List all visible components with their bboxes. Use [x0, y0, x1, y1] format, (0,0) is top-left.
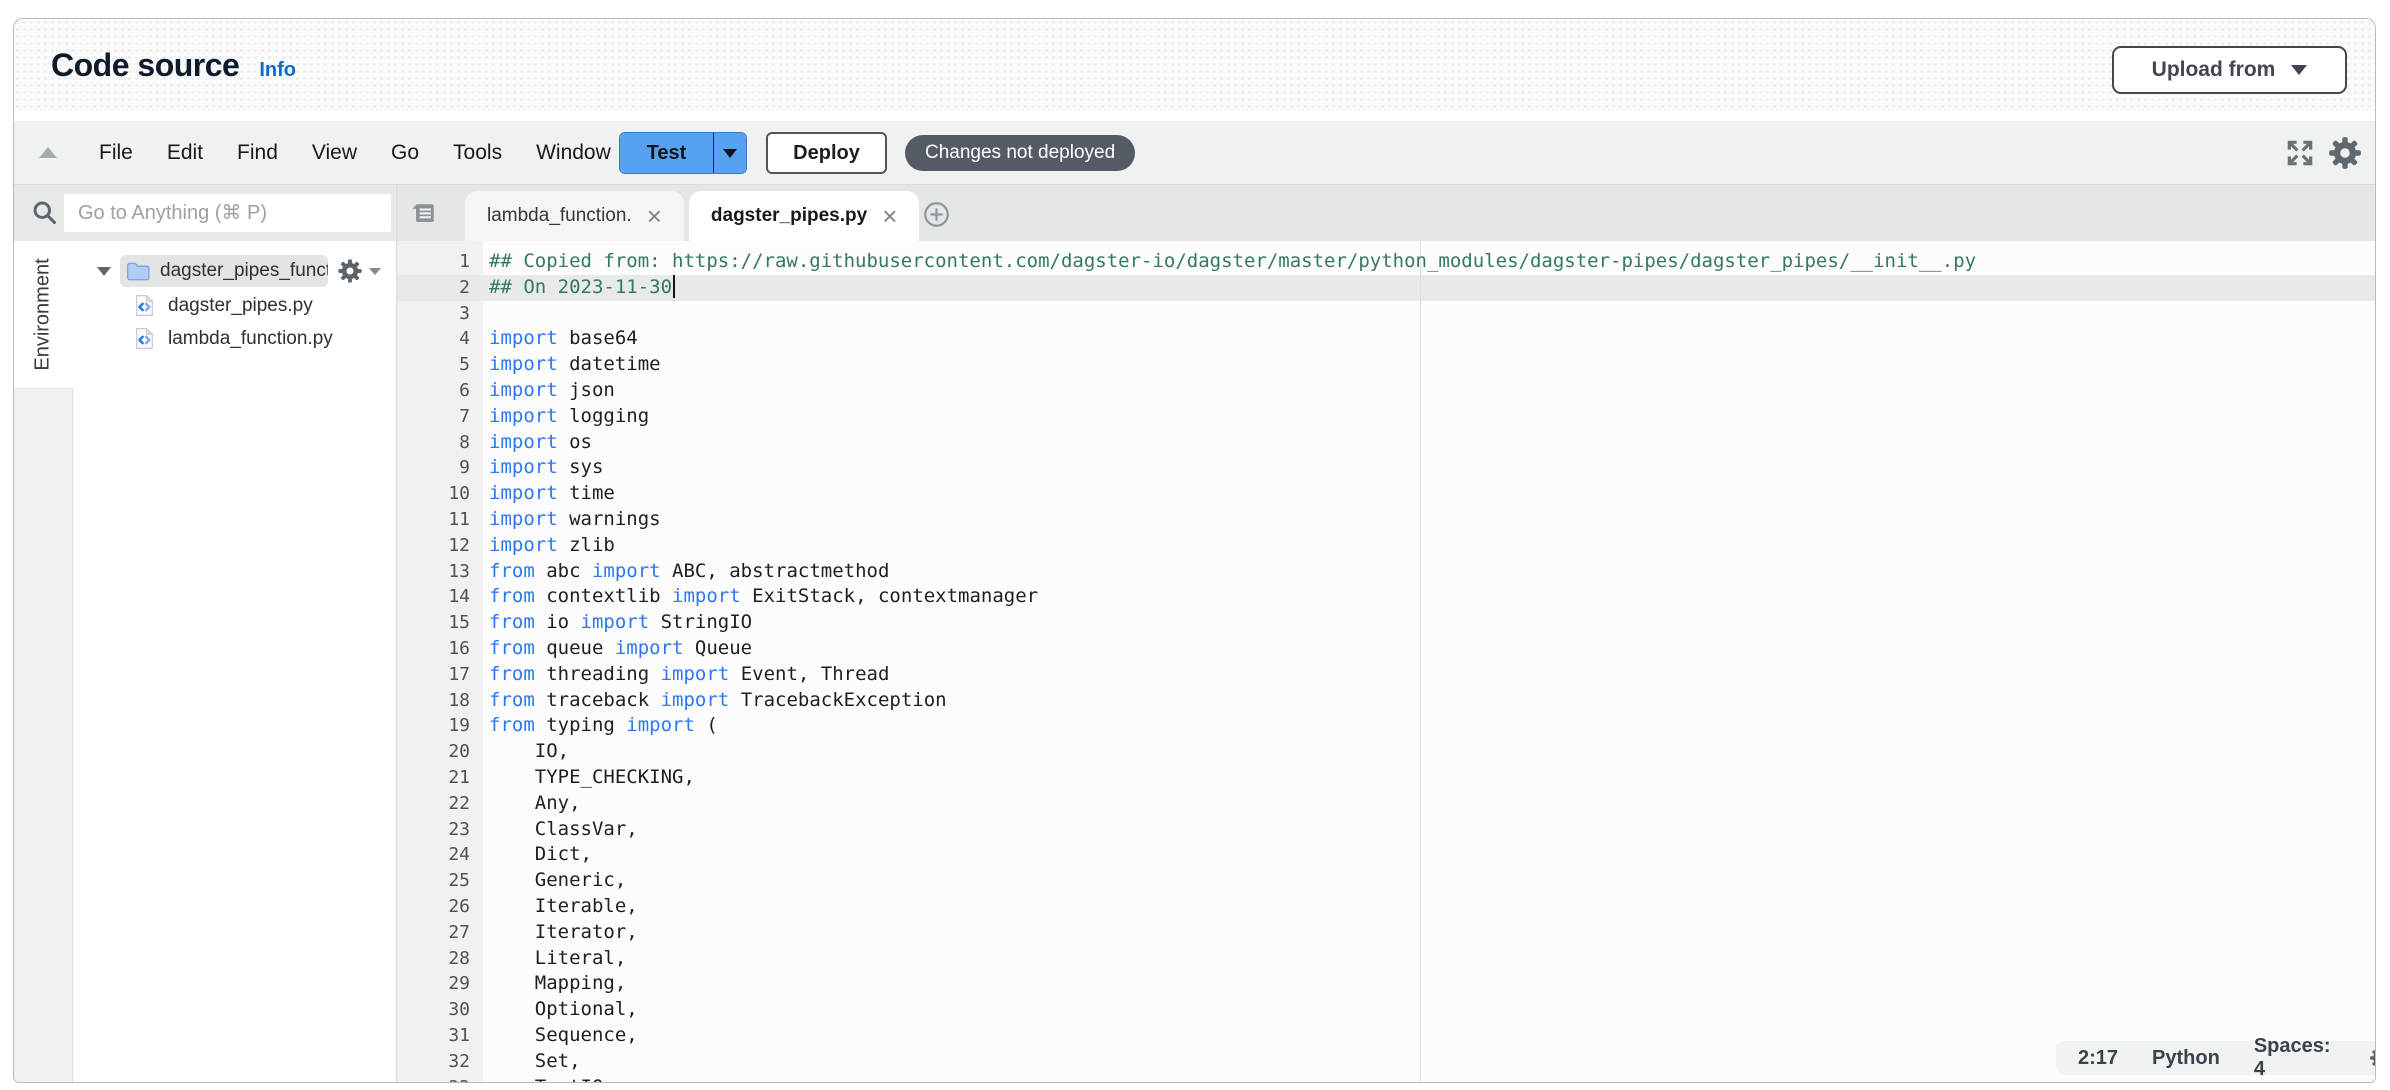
code-line: from contextlib import ExitStack, contex…: [397, 584, 2376, 610]
lambda-code-editor-screen: Code source Info Upload from FileEditFin…: [0, 0, 2390, 1090]
language-mode[interactable]: Python: [2152, 1047, 2220, 1070]
code-line: from io import StringIO: [397, 610, 2376, 636]
tree-file-dagster-pipes-py[interactable]: dagster_pipes.py: [73, 289, 396, 322]
code-file-icon: [132, 293, 157, 318]
new-tab-icon[interactable]: [922, 200, 951, 229]
tree-folder-row[interactable]: dagster_pipes_funct: [73, 253, 396, 289]
test-button[interactable]: Test: [620, 133, 713, 173]
code-line: from typing import (: [397, 713, 2376, 739]
code-line: ## Copied from: https://raw.githubuserco…: [397, 249, 2376, 275]
code-line: import warnings: [397, 507, 2376, 533]
menu-items: FileEditFindViewGoToolsWindow: [82, 121, 628, 185]
code-line: [397, 301, 2376, 327]
tree-settings-gear-icon[interactable]: [336, 257, 364, 285]
code-line: import logging: [397, 404, 2376, 430]
panel-header: Code source Info Upload from: [14, 19, 2376, 111]
code-editor[interactable]: 1234567891011121314151617181920212223242…: [396, 241, 2376, 1083]
page-title: Code source: [51, 47, 239, 84]
code-line: import time: [397, 481, 2376, 507]
collapse-menubar-icon[interactable]: [39, 147, 57, 158]
code-line: ClassVar,: [397, 817, 2376, 843]
code-line: from traceback import TracebackException: [397, 688, 2376, 714]
folder-icon: [125, 258, 151, 284]
code-line: Optional,: [397, 997, 2376, 1023]
tab-row: lambda_function. × dagster_pipes.py ×: [465, 185, 919, 241]
title-row: Code source Info: [14, 47, 296, 84]
code-line: from queue import Queue: [397, 636, 2376, 662]
upload-from-button[interactable]: Upload from: [2112, 46, 2347, 94]
code-line: Any,: [397, 791, 2376, 817]
goto-anything-bar: [14, 185, 396, 241]
selected-folder[interactable]: dagster_pipes_funct: [120, 255, 328, 287]
tab-dagster-pipes-py[interactable]: dagster_pipes.py ×: [689, 191, 919, 241]
menu-item-window[interactable]: Window: [519, 141, 628, 165]
goto-anything-input[interactable]: [64, 194, 391, 232]
code-line: import zlib: [397, 533, 2376, 559]
cursor-position[interactable]: 2:17: [2078, 1047, 2118, 1070]
statusbar-gear-icon[interactable]: [2368, 1044, 2376, 1072]
code-line: Dict,: [397, 842, 2376, 868]
code-line: from abc import ABC, abstractmethod: [397, 559, 2376, 585]
settings-gear-icon[interactable]: [2326, 134, 2364, 172]
left-tab-strip: Environment: [14, 241, 73, 1083]
code-line: Iterator,: [397, 920, 2376, 946]
menu-item-view[interactable]: View: [295, 141, 374, 165]
code-line: Iterable,: [397, 894, 2376, 920]
code-file-icon: [132, 326, 157, 351]
changes-status-badge: Changes not deployed: [905, 135, 1135, 171]
chevron-down-icon: [2291, 65, 2307, 75]
tab-list-icon[interactable]: [408, 198, 438, 228]
code-line: TextIO,: [397, 1075, 2376, 1084]
environment-tab[interactable]: Environment: [14, 241, 73, 389]
file-name: lambda_function.py: [168, 328, 333, 350]
upload-from-label: Upload from: [2152, 58, 2276, 82]
code-content: ## Copied from: https://raw.githubuserco…: [397, 249, 2376, 1083]
code-line: Mapping,: [397, 971, 2376, 997]
tree-file-list: dagster_pipes.py lambda_function.py: [73, 289, 396, 355]
deploy-button[interactable]: Deploy: [766, 132, 887, 174]
indentation-setting[interactable]: Spaces: 4: [2254, 1035, 2335, 1081]
code-line: import os: [397, 430, 2376, 456]
tab-label: lambda_function.: [487, 205, 632, 227]
test-dropdown-button[interactable]: [713, 133, 746, 173]
file-name: dagster_pipes.py: [168, 295, 313, 317]
editor-tabbar: lambda_function. × dagster_pipes.py ×: [396, 185, 2376, 241]
code-line: ## On 2023-11-30: [397, 275, 2376, 301]
chevron-down-icon[interactable]: [369, 268, 381, 275]
tab-label: dagster_pipes.py: [711, 205, 867, 227]
environment-label: Environment: [32, 258, 55, 370]
code-line: import base64: [397, 326, 2376, 352]
text-cursor: [673, 275, 675, 298]
search-icon[interactable]: [30, 198, 58, 226]
tab-close-icon[interactable]: ×: [882, 206, 897, 226]
code-line: TYPE_CHECKING,: [397, 765, 2376, 791]
file-tree-panel: dagster_pipes_funct dagster_pipes.pylamb…: [73, 241, 396, 1083]
code-line: IO,: [397, 739, 2376, 765]
code-line: from threading import Event, Thread: [397, 662, 2376, 688]
menu-item-find[interactable]: Find: [220, 141, 295, 165]
code-line: import datetime: [397, 352, 2376, 378]
code-line: import sys: [397, 455, 2376, 481]
folder-name: dagster_pipes_funct: [160, 260, 328, 282]
code-line: Generic,: [397, 868, 2376, 894]
test-split-button: Test: [619, 132, 747, 174]
code-line: Literal,: [397, 946, 2376, 972]
menu-item-edit[interactable]: Edit: [150, 141, 220, 165]
menu-item-go[interactable]: Go: [374, 141, 436, 165]
chevron-down-icon: [723, 149, 737, 158]
editor-statusbar: 2:17 Python Spaces: 4: [2056, 1041, 2376, 1075]
folder-disclosure-icon[interactable]: [97, 267, 111, 276]
tab-close-icon[interactable]: ×: [647, 206, 662, 226]
tab-lambda-function[interactable]: lambda_function. ×: [465, 191, 684, 241]
code-source-panel: Code source Info Upload from FileEditFin…: [13, 18, 2376, 1083]
menu-item-file[interactable]: File: [82, 141, 150, 165]
fullscreen-icon[interactable]: [2284, 137, 2316, 169]
ide-menubar: FileEditFindViewGoToolsWindow Test Deplo…: [14, 121, 2376, 185]
code-line: import json: [397, 378, 2376, 404]
info-link[interactable]: Info: [259, 59, 296, 82]
menu-item-tools[interactable]: Tools: [436, 141, 519, 165]
tree-file-lambda-function-py[interactable]: lambda_function.py: [73, 322, 396, 355]
